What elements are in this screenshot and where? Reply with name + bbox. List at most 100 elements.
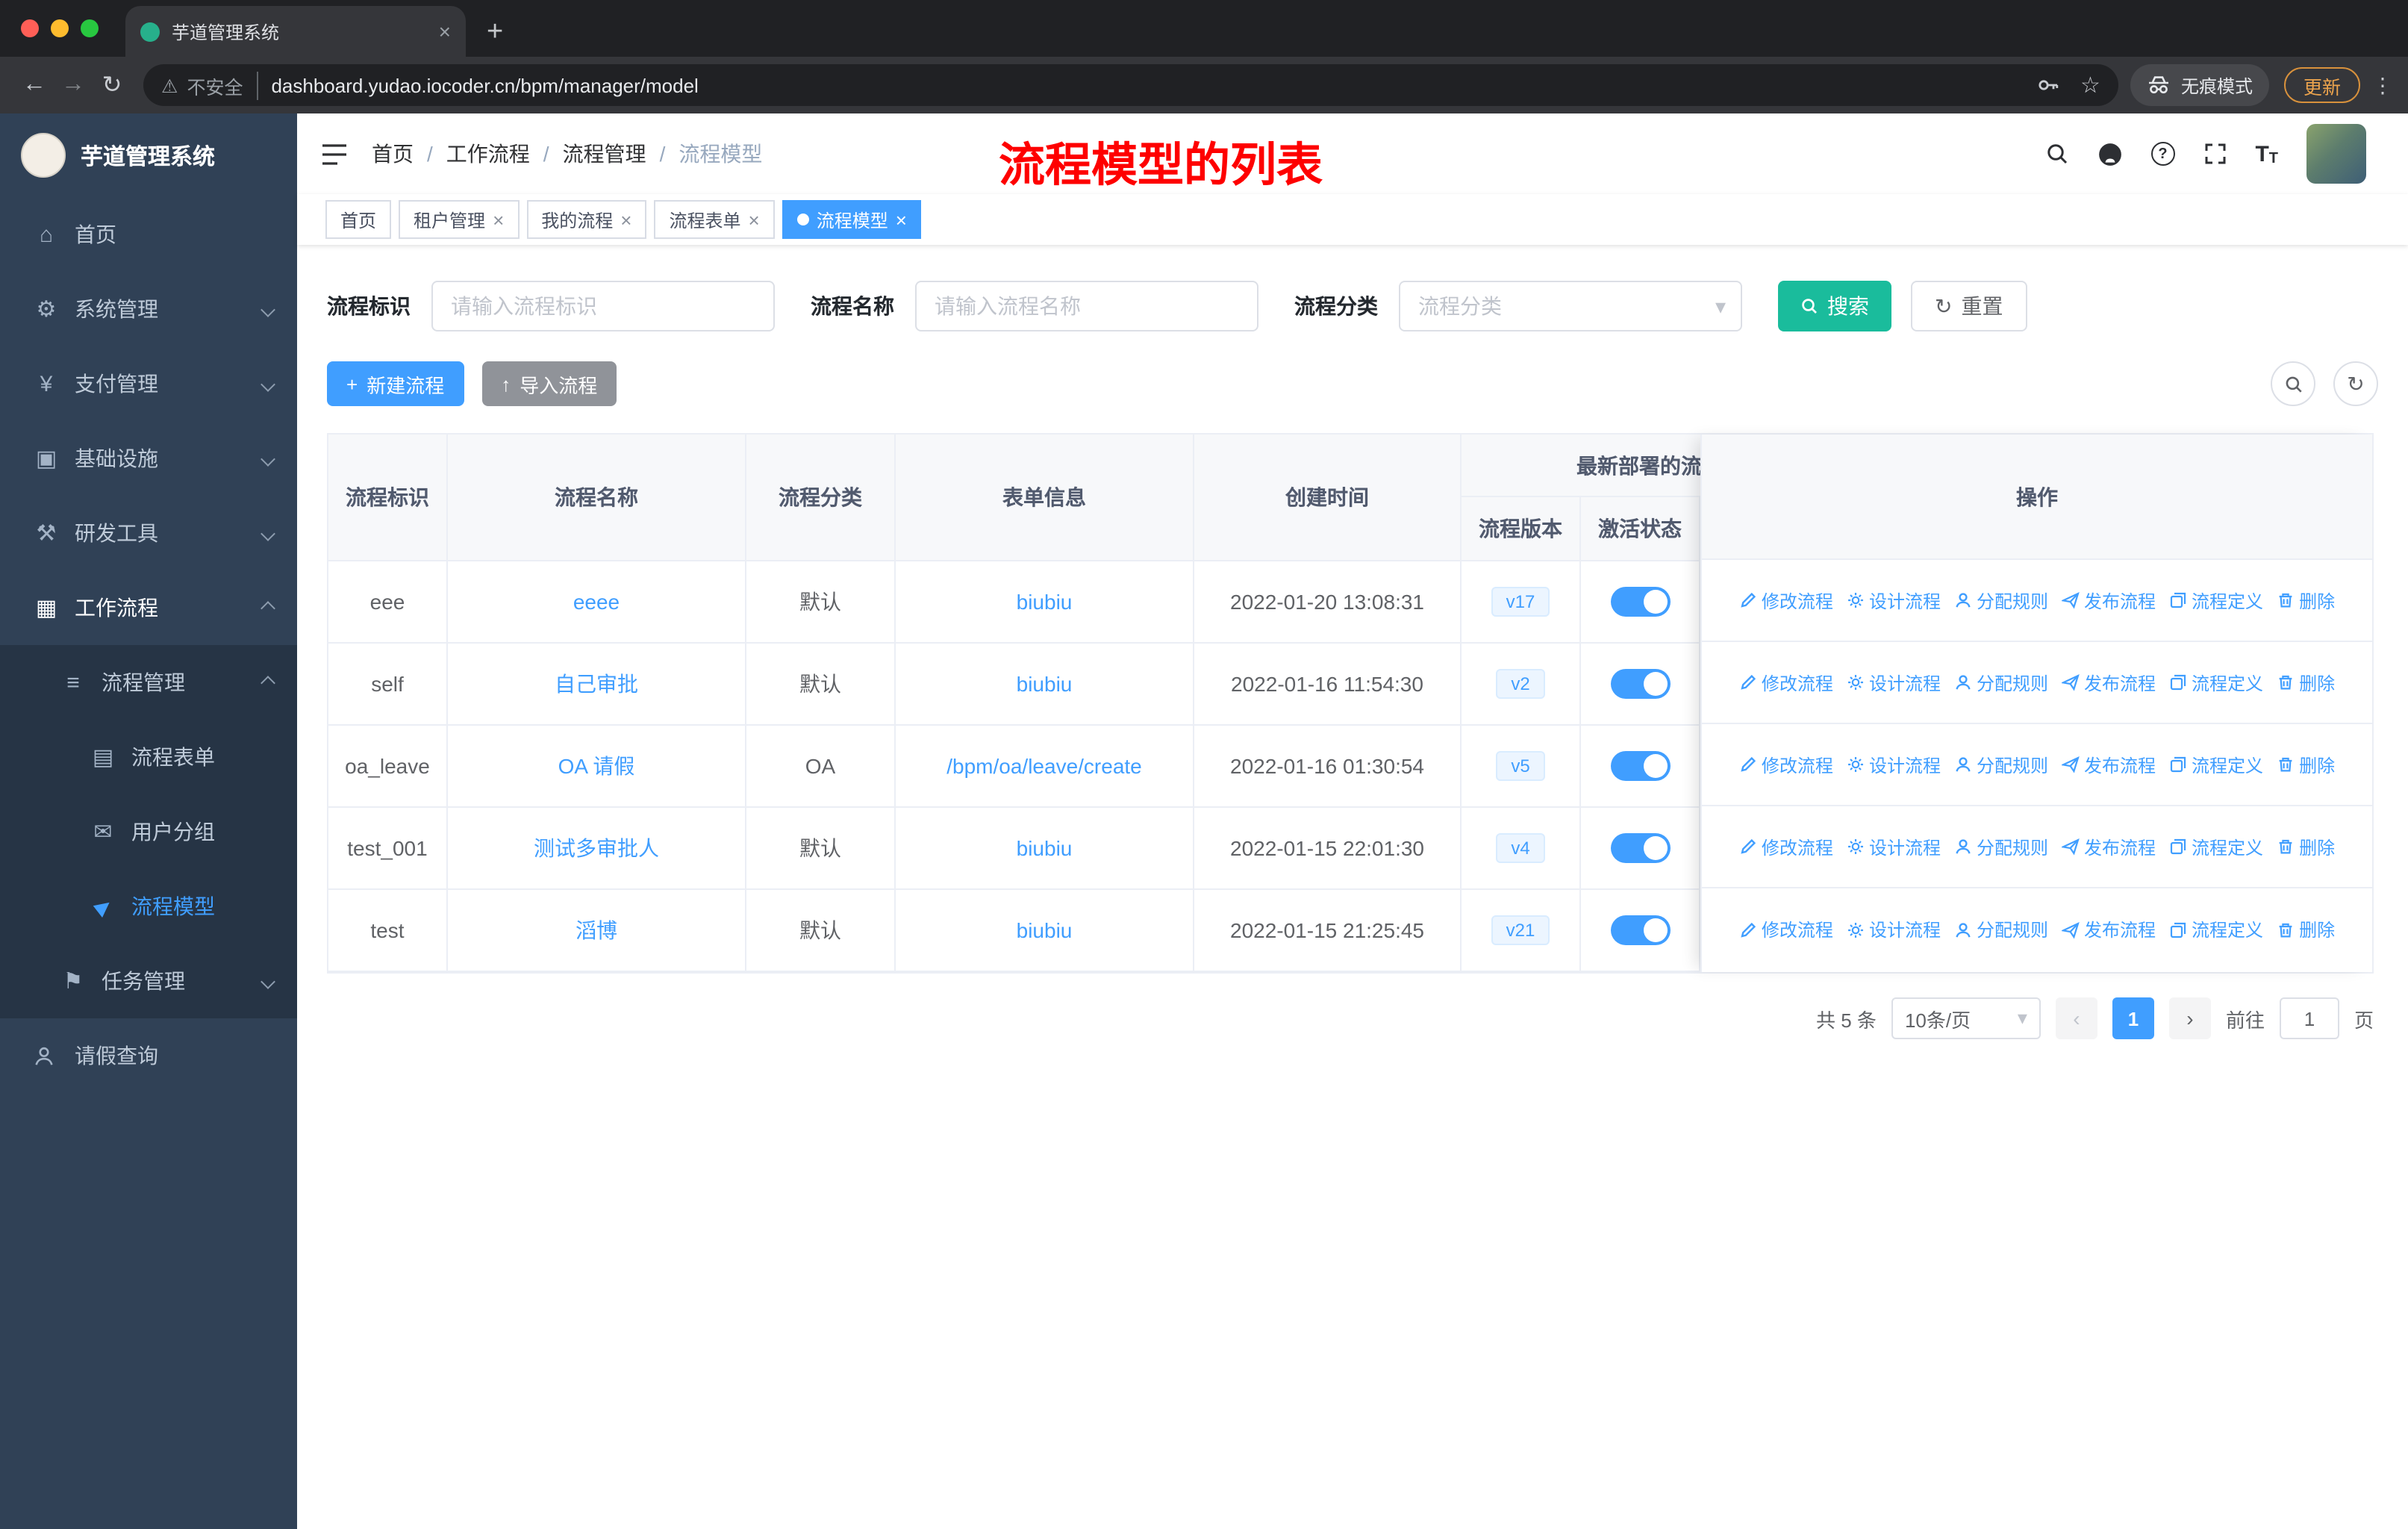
- maximize-window-button[interactable]: [81, 19, 99, 37]
- close-icon[interactable]: ×: [896, 210, 907, 229]
- tag-tenant[interactable]: 租户管理 ×: [399, 200, 520, 239]
- category-select[interactable]: 流程分类 ▾: [1399, 281, 1742, 331]
- form-link[interactable]: biubiu: [1017, 590, 1073, 614]
- action-flow-definition[interactable]: 流程定义: [2169, 752, 2263, 777]
- process-name-link[interactable]: OA 请假: [558, 751, 635, 781]
- search-icon[interactable]: [2044, 142, 2068, 166]
- bookmark-star-icon[interactable]: ☆: [2080, 72, 2100, 99]
- action-delete[interactable]: 删除: [2277, 917, 2335, 942]
- process-name-link[interactable]: eeee: [573, 590, 620, 614]
- action-deploy-flow[interactable]: 发布流程: [2062, 752, 2156, 777]
- font-size-icon[interactable]: TT: [2255, 141, 2278, 166]
- sidebar-item-home[interactable]: ⌂ 首页: [0, 197, 297, 272]
- back-icon[interactable]: ←: [15, 66, 54, 105]
- sidebar-item-payment[interactable]: ¥ 支付管理: [0, 346, 297, 421]
- browser-tab[interactable]: 芋道管理系统 ×: [125, 6, 466, 57]
- action-deploy-flow[interactable]: 发布流程: [2062, 588, 2156, 613]
- page-size-select[interactable]: 10条/页 ▾: [1891, 997, 2041, 1039]
- sidebar-item-leave-query[interactable]: 请假查询: [0, 1018, 297, 1093]
- close-icon[interactable]: ×: [749, 210, 760, 229]
- new-tab-button[interactable]: +: [487, 18, 503, 46]
- reload-icon[interactable]: ↻: [93, 66, 131, 105]
- action-design-flow[interactable]: 设计流程: [1847, 834, 1941, 859]
- active-toggle[interactable]: [1610, 833, 1670, 863]
- action-delete[interactable]: 删除: [2277, 834, 2335, 859]
- action-design-flow[interactable]: 设计流程: [1847, 917, 1941, 942]
- action-flow-definition[interactable]: 流程定义: [2169, 670, 2263, 695]
- action-edit-model[interactable]: 修改流程: [1739, 834, 1833, 859]
- tab-close-icon[interactable]: ×: [439, 21, 451, 42]
- next-page-button[interactable]: ›: [2168, 997, 2211, 1039]
- close-window-button[interactable]: [21, 19, 39, 37]
- github-icon[interactable]: [2097, 141, 2122, 166]
- action-deploy-flow[interactable]: 发布流程: [2062, 670, 2156, 695]
- sidebar-item-process-manage[interactable]: ≡ 流程管理: [0, 645, 297, 720]
- action-assign-rule[interactable]: 分配规则: [1954, 752, 2048, 777]
- help-icon[interactable]: ?: [2150, 142, 2175, 166]
- hamburger-icon[interactable]: [321, 143, 348, 165]
- sidebar-item-infra[interactable]: ▣ 基础设施: [0, 421, 297, 496]
- close-icon[interactable]: ×: [493, 210, 504, 229]
- form-link[interactable]: biubiu: [1017, 836, 1073, 860]
- action-assign-rule[interactable]: 分配规则: [1954, 588, 2048, 613]
- action-design-flow[interactable]: 设计流程: [1847, 588, 1941, 613]
- sidebar-item-task-manage[interactable]: ⚑ 任务管理: [0, 944, 297, 1018]
- sidebar-item-process-form[interactable]: ▤ 流程表单: [0, 720, 297, 794]
- process-name-link[interactable]: 测试多审批人: [534, 833, 659, 863]
- form-link[interactable]: /bpm/oa/leave/create: [946, 754, 1142, 778]
- action-deploy-flow[interactable]: 发布流程: [2062, 917, 2156, 942]
- action-assign-rule[interactable]: 分配规则: [1954, 670, 2048, 695]
- refresh-table-button[interactable]: ↻: [2333, 361, 2378, 406]
- avatar[interactable]: [2306, 124, 2366, 184]
- active-toggle[interactable]: [1610, 587, 1670, 617]
- toggle-search-button[interactable]: [2271, 361, 2315, 406]
- sidebar-item-devtools[interactable]: ⚒ 研发工具: [0, 496, 297, 570]
- create-process-button[interactable]: + 新建流程: [327, 361, 464, 406]
- chrome-update-button[interactable]: 更新: [2283, 67, 2360, 103]
- process-name-link[interactable]: 滔博: [576, 915, 617, 945]
- action-flow-definition[interactable]: 流程定义: [2169, 917, 2263, 942]
- action-edit-model[interactable]: 修改流程: [1739, 588, 1833, 613]
- prev-page-button[interactable]: ‹: [2055, 997, 2097, 1039]
- action-design-flow[interactable]: 设计流程: [1847, 670, 1941, 695]
- fullscreen-icon[interactable]: [2203, 142, 2227, 166]
- import-process-button[interactable]: ↑ 导入流程: [481, 361, 617, 406]
- form-link[interactable]: biubiu: [1017, 672, 1073, 696]
- breadcrumb-home[interactable]: 首页: [372, 139, 414, 169]
- breadcrumb-workflow[interactable]: 工作流程: [414, 139, 530, 169]
- sidebar-item-user-group[interactable]: ✉ 用户分组: [0, 794, 297, 869]
- active-toggle[interactable]: [1610, 915, 1670, 945]
- tag-home[interactable]: 首页: [325, 200, 392, 239]
- sidebar-item-system[interactable]: ⚙ 系统管理: [0, 272, 297, 346]
- breadcrumb-process-manage[interactable]: 流程管理: [530, 139, 646, 169]
- goto-page-input[interactable]: [2279, 997, 2339, 1039]
- action-design-flow[interactable]: 设计流程: [1847, 752, 1941, 777]
- tag-process-model[interactable]: 流程模型 ×: [782, 200, 922, 239]
- reset-button[interactable]: ↻ 重置: [1911, 281, 2027, 331]
- action-flow-definition[interactable]: 流程定义: [2169, 588, 2263, 613]
- process-name-link[interactable]: 自己审批: [555, 669, 638, 699]
- action-assign-rule[interactable]: 分配规则: [1954, 917, 2048, 942]
- address-bar[interactable]: ⚠ 不安全 dashboard.yudao.iocoder.cn/bpm/man…: [143, 64, 2118, 106]
- process-id-input[interactable]: [431, 281, 775, 331]
- action-deploy-flow[interactable]: 发布流程: [2062, 834, 2156, 859]
- security-status[interactable]: ⚠ 不安全: [161, 71, 258, 99]
- action-delete[interactable]: 删除: [2277, 670, 2335, 695]
- tag-process-form[interactable]: 流程表单 ×: [654, 200, 775, 239]
- password-key-icon[interactable]: [2036, 73, 2059, 97]
- process-name-input[interactable]: [915, 281, 1258, 331]
- minimize-window-button[interactable]: [51, 19, 69, 37]
- form-link[interactable]: biubiu: [1017, 918, 1073, 942]
- action-flow-definition[interactable]: 流程定义: [2169, 834, 2263, 859]
- search-button[interactable]: 搜索: [1778, 281, 1891, 331]
- tag-my-process[interactable]: 我的流程 ×: [526, 200, 647, 239]
- sidebar-item-workflow[interactable]: ▦ 工作流程: [0, 570, 297, 645]
- action-edit-model[interactable]: 修改流程: [1739, 752, 1833, 777]
- active-toggle[interactable]: [1610, 669, 1670, 699]
- action-edit-model[interactable]: 修改流程: [1739, 670, 1833, 695]
- action-assign-rule[interactable]: 分配规则: [1954, 834, 2048, 859]
- close-icon[interactable]: ×: [620, 210, 631, 229]
- active-toggle[interactable]: [1610, 751, 1670, 781]
- browser-menu-icon[interactable]: ⋮: [2372, 72, 2393, 98]
- sidebar-item-process-model[interactable]: ▶ 流程模型: [0, 869, 297, 944]
